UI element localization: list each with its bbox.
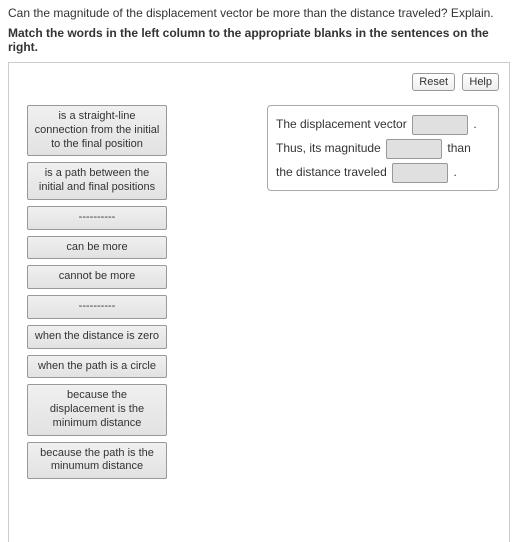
option-tile[interactable]: when the distance is zero	[27, 325, 167, 349]
option-tile[interactable]: can be more	[27, 236, 167, 260]
question-text: Can the magnitude of the displacement ve…	[8, 6, 510, 20]
instructions-text: Match the words in the left column to th…	[8, 26, 510, 54]
options-column: is a straight-line connection from the i…	[27, 105, 167, 485]
option-tile[interactable]: ----------	[27, 295, 167, 319]
option-tile[interactable]: because the path is the minumum distance	[27, 442, 167, 480]
top-button-bar: Reset Help	[19, 73, 499, 91]
reset-button[interactable]: Reset	[412, 73, 455, 91]
option-tile[interactable]: is a straight-line connection from the i…	[27, 105, 167, 156]
work-area: Reset Help is a straight-line connection…	[8, 62, 510, 542]
help-button[interactable]: Help	[462, 73, 499, 91]
option-tile[interactable]: because the displacement is the minimum …	[27, 384, 167, 435]
sentence-column: The displacement vector . Thus, its magn…	[267, 105, 499, 191]
option-tile[interactable]: ----------	[27, 206, 167, 230]
option-tile[interactable]: cannot be more	[27, 265, 167, 289]
blank-slot-2[interactable]	[386, 139, 442, 159]
sentence-text: .	[453, 165, 456, 179]
option-tile[interactable]: when the path is a circle	[27, 355, 167, 379]
blank-slot-3[interactable]	[392, 163, 448, 183]
sentence-box: The displacement vector . Thus, its magn…	[267, 105, 499, 191]
option-tile[interactable]: is a path between the initial and final …	[27, 162, 167, 200]
blank-slot-1[interactable]	[412, 115, 468, 135]
sentence-text: The displacement vector	[276, 117, 407, 131]
